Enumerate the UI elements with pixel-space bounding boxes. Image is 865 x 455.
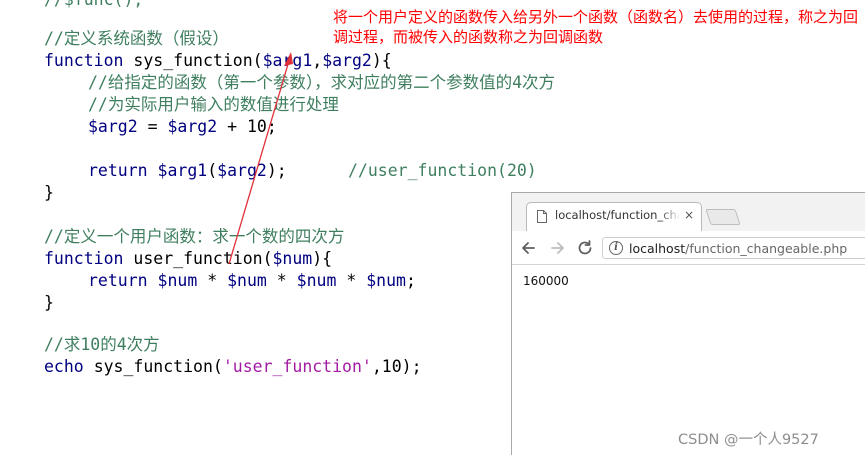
code-comment-user-call: //user_function(20) — [348, 161, 537, 180]
page-icon — [537, 210, 547, 223]
paren-open: ( — [207, 161, 218, 180]
browser-tab[interactable]: localhost/function_changeable.php × — [526, 202, 702, 231]
code-line-return-pow: return $num * $num * $num * $num; — [88, 270, 416, 292]
comma: , — [312, 51, 323, 70]
comma: , — [371, 357, 382, 376]
reload-icon[interactable] — [574, 237, 596, 259]
mul-op: * — [336, 271, 367, 290]
function-name-user: user_function — [133, 249, 263, 268]
keyword-function: function — [44, 51, 124, 70]
string-user-function: 'user_function' — [222, 357, 372, 376]
browser-tab-bar: localhost/function_changeable.php × — [512, 193, 865, 231]
var-arg2: $arg2 — [167, 117, 218, 136]
code-comment-process: //为实际用户输入的数值进行处理 — [88, 95, 339, 114]
mul-op: * — [266, 271, 297, 290]
code-top-fragment: //$func(); — [44, 0, 143, 11]
browser-window: localhost/function_changeable.php × i lo… — [511, 192, 865, 455]
call-close: ); — [401, 357, 422, 376]
semicolon: ; — [405, 271, 416, 290]
plus-op: + — [217, 117, 247, 136]
callback-annotation: 将一个用户定义的函数传入给另外一个函数（函数名）去使用的过程，称之为回调过程，而… — [333, 8, 859, 46]
code-comment-pow: //求10的4次方 — [44, 335, 160, 354]
code-line-sys-function-decl: function sys_function($arg1,$arg2){ — [44, 50, 392, 72]
keyword-function: function — [44, 249, 124, 268]
code-comment-define-user: //定义一个用户函数：求一个数的四次方 — [44, 227, 345, 246]
var-num: $num — [366, 271, 406, 290]
address-url[interactable]: localhost/function_changeable.php — [629, 241, 847, 256]
paren-open: ( — [252, 51, 263, 70]
mul-op: * — [197, 271, 228, 290]
assign-op: = — [137, 117, 168, 136]
url-host: localhost — [629, 241, 686, 256]
var-num: $num — [227, 271, 267, 290]
code-close-brace: } — [44, 293, 54, 312]
semicolon: ; — [266, 117, 277, 136]
page-output: 160000 — [523, 274, 569, 288]
var-arg2: $arg2 — [217, 161, 267, 180]
code-comment-apply: //给指定的函数（第一个参数），求对应的第二个参数值的4次方 — [88, 73, 556, 92]
keyword-return: return — [88, 271, 148, 290]
paren-open: ( — [212, 357, 223, 376]
close-icon[interactable]: × — [684, 208, 694, 222]
watermark: CSDN @一个人9527 — [678, 432, 819, 448]
var-num: $num — [157, 271, 198, 290]
code-close-brace: } — [44, 183, 54, 202]
code-line-return-call: return $arg1($arg2); — [88, 160, 287, 182]
back-icon[interactable] — [518, 237, 540, 259]
var-arg1: $arg1 — [157, 161, 208, 180]
var-arg2: $arg2 — [322, 51, 372, 70]
code-comment-define-system: //定义系统函数（假设） — [44, 29, 229, 48]
keyword-return: return — [88, 161, 148, 180]
address-bar[interactable]: i localhost/function_changeable.php — [602, 237, 865, 259]
var-arg1: $arg1 — [262, 51, 313, 70]
number-10: 10 — [246, 117, 267, 136]
code-line-echo: echo sys_function('user_function',10); — [44, 356, 422, 378]
url-path: /function_changeable.php — [685, 241, 848, 256]
var-num: $num — [296, 271, 337, 290]
number-10: 10 — [381, 357, 402, 376]
call-close: ); — [266, 161, 287, 180]
new-tab-icon[interactable] — [705, 209, 741, 225]
function-name-sys: sys_function — [93, 357, 213, 376]
tab-title-fade — [659, 207, 681, 227]
brace-open: ){ — [371, 51, 392, 70]
paren-open: ( — [262, 249, 273, 268]
var-arg2: $arg2 — [88, 117, 138, 136]
code-line-assign: $arg2 = $arg2 + 10; — [88, 116, 277, 138]
function-name-sys: sys_function — [133, 51, 253, 70]
code-line-user-function-decl: function user_function($num){ — [44, 248, 332, 270]
info-icon[interactable]: i — [609, 241, 623, 255]
var-num: $num — [272, 249, 313, 268]
brace-open: ){ — [312, 249, 333, 268]
keyword-echo: echo — [44, 357, 84, 376]
browser-toolbar: i localhost/function_changeable.php — [512, 231, 865, 265]
forward-icon[interactable] — [546, 237, 568, 259]
